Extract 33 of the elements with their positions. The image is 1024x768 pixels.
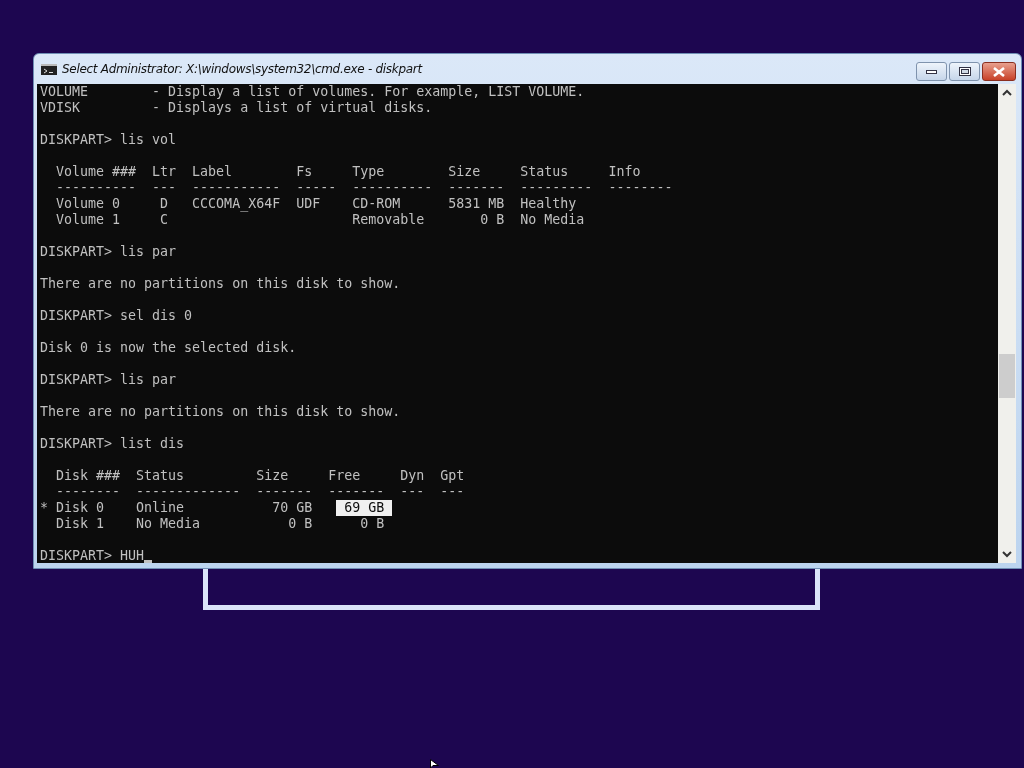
console-line: Disk 0 is now the selected disk. xyxy=(40,340,297,356)
close-icon xyxy=(993,66,1005,77)
scroll-down-icon[interactable] xyxy=(1002,551,1012,558)
console-line: -------- ------------- ------- ------- --- --- xyxy=(55,484,465,500)
console-icon xyxy=(41,63,57,75)
console-line: DISKPART> lis par xyxy=(40,244,177,260)
maximize-button[interactable] xyxy=(949,62,980,81)
minimize-button[interactable] xyxy=(916,62,947,81)
console-line: DISKPART> sel dis 0 xyxy=(40,308,193,324)
console-line: DISKPART> lis par xyxy=(40,372,177,388)
console-line: * Disk 0 Online 70 GB xyxy=(40,500,314,516)
minimize-icon xyxy=(926,69,937,74)
console-line: Volume 1 C Removable 0 B No Media xyxy=(55,212,585,228)
console-line: VOLUME - Display a list of volumes. For example, LIST VOLUME. xyxy=(40,84,585,100)
console-line: There are no partitions on this disk to show. xyxy=(40,404,401,420)
scroll-up-icon[interactable] xyxy=(1002,89,1012,96)
console-line: DISKPART> lis vol xyxy=(40,132,177,148)
maximize-icon xyxy=(958,67,971,76)
console-line: ---------- --- ----------- ----- ---------- ------- --------- -------- xyxy=(55,180,673,196)
scroll-thumb[interactable] xyxy=(999,354,1015,398)
selected-text: 69 GB xyxy=(336,500,393,516)
console-line: Disk 1 No Media 0 B 0 B xyxy=(55,516,385,532)
console-line: There are no partitions on this disk to show. xyxy=(40,276,401,292)
console-line: Disk ### Status Size Free Dyn Gpt xyxy=(55,468,465,484)
scrollbar[interactable] xyxy=(998,84,1016,563)
console-line: VDISK - Displays a list of virtual disks. xyxy=(40,100,433,116)
console-line: Volume 0 D CCCOMA_X64F UDF CD-ROM 5831 MB Healthy xyxy=(55,196,577,212)
console-line: Volume ### Ltr Label Fs Type Size Status Info xyxy=(55,164,641,180)
window-title: Select Administrator: X:\windows\system32\cmd.exe - diskpart xyxy=(62,62,424,76)
console-line: DISKPART> list dis xyxy=(40,436,185,452)
console-line: DISKPART> HUH xyxy=(40,548,145,563)
close-button[interactable] xyxy=(982,62,1016,81)
mouse-pointer-icon xyxy=(430,759,439,768)
